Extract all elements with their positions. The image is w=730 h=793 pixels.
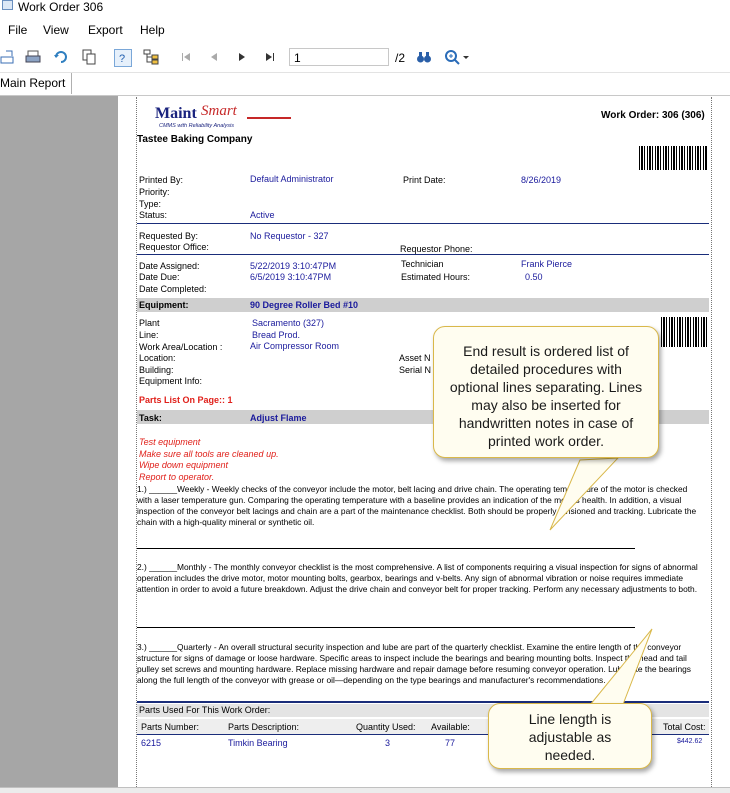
status-label: Status: [139,210,168,220]
parts-list-page: Parts List On Page:: 1 [139,395,233,405]
task-note: Report to operator. [139,472,215,482]
annotation-callout-top: End result is ordered list of detailed p… [433,326,659,458]
help-icon[interactable]: ? [114,49,132,67]
divider [137,223,709,224]
requestor-office-label: Requestor Office: [139,242,209,252]
technician-value: Frank Pierce [521,259,573,269]
col-quantity-used: Quantity Used: [356,722,416,732]
col-available: Available: [431,722,470,732]
date-due-value: 6/5/2019 3:10:47PM [250,272,332,282]
logo-swoosh [247,117,291,119]
line-value: Bread Prod. [252,330,301,340]
print-icon[interactable] [25,49,41,65]
col-parts-description: Parts Description: [228,722,300,732]
work-area-label: Work Area/Location : [139,342,223,352]
menu-bar: File View Export Help [0,20,730,42]
task-value: Adjust Flame [250,413,307,423]
equipment-band [137,298,709,312]
refresh-icon[interactable] [53,49,69,65]
part-quantity: 3 [385,738,391,748]
technician-label: Technician [401,259,444,269]
plant-label: Plant [139,318,160,328]
separator-line [137,548,635,549]
print-date-value: 8/26/2019 [521,175,562,185]
requested-by-value: No Requestor - 327 [250,231,329,241]
tab-main-report[interactable]: Main Report [0,73,73,94]
date-completed-label: Date Completed: [139,284,207,294]
building-label: Building: [139,365,174,375]
estimated-hours-label: Estimated Hours: [401,272,471,282]
title-bar: Work Order 306 [0,0,730,14]
date-assigned-label: Date Assigned: [139,261,200,271]
part-number: 6215 [141,738,162,748]
printed-by-value: Default Administrator [250,174,334,184]
work-order-number: Work Order: 306 (306) [601,110,705,121]
annotation-callout-bottom: Line length is adjustable as needed. [488,703,652,769]
tab-row: Main Report [0,73,730,96]
export-icon[interactable] [0,49,16,65]
task-note: Test equipment [139,437,201,447]
work-area-value: Air Compressor Room [250,341,340,351]
plant-value: Sacramento (327) [252,318,325,328]
priority-label: Priority: [139,187,170,197]
line-label: Line: [139,330,159,340]
col-total-cost: Total Cost: [663,722,706,732]
logo-brand-a: Maint [155,105,197,122]
callout-bottom-text: Line length is adjustable as needed. [528,711,612,763]
window-title: Work Order 306 [18,0,104,14]
binoculars-icon[interactable] [416,49,432,65]
menu-help[interactable]: Help [140,23,165,37]
equipment-value: 90 Degree Roller Bed #10 [250,300,359,310]
page-number-input[interactable]: 1 [289,48,389,66]
printed-by-label: Printed By: [139,175,184,185]
prev-page-icon[interactable] [206,49,222,65]
status-value: Active [250,210,275,220]
print-date-label: Print Date: [403,175,446,185]
type-label: Type: [139,199,162,209]
barcode-equipment [661,317,707,347]
group-tree-panel [0,96,118,792]
app-icon [2,0,13,10]
equipment-label: Equipment: [139,300,189,310]
requested-by-label: Requested By: [139,231,199,241]
logo-tagline: CMMS with Reliability Analysis [159,123,234,129]
company-name: Tastee Baking Company [137,134,253,145]
task-note: Make sure all tools are cleaned up. [139,449,279,459]
requestor-phone-label: Requestor Phone: [400,244,473,254]
equipment-info-label: Equipment Info: [139,376,203,386]
menu-export[interactable]: Export [88,23,123,37]
parts-used-label: Parts Used For This Work Order: [139,705,271,715]
barcode-top [639,146,707,170]
first-page-icon[interactable] [178,49,194,65]
next-page-icon[interactable] [234,49,250,65]
asset-number-label: Asset N [399,353,431,363]
zoom-icon[interactable] [444,49,472,65]
col-parts-number: Parts Number: [141,722,200,732]
logo-brand-b: Smart [201,103,237,119]
tree-icon[interactable] [143,49,159,65]
status-bar [0,787,730,793]
divider [137,254,709,255]
callout-top-text: End result is ordered list of detailed p… [449,343,643,449]
location-label: Location: [139,353,176,363]
svg-text:?: ? [119,53,125,65]
date-assigned-value: 5/22/2019 3:10:47PM [250,261,337,271]
date-due-label: Date Due: [139,272,180,282]
menu-view[interactable]: View [43,23,69,37]
serial-number-label: Serial N [399,365,432,375]
estimated-hours-value: 0.50 [525,272,543,282]
part-total-cost: $442.62 [677,738,703,745]
task-note: Wipe down equipment [139,460,228,470]
maintsmart-logo: Maint Smart CMMS with Reliability Analys… [155,103,295,135]
copy-icon[interactable] [81,49,97,65]
procedure-monthly: 2.) ______Monthly - The monthly conveyor… [137,562,698,594]
menu-file[interactable]: File [8,23,27,37]
part-available: 77 [445,738,456,748]
part-description: Timkin Bearing [228,738,288,748]
page-total: /2 [395,51,406,65]
task-label: Task: [139,413,162,423]
last-page-icon[interactable] [262,49,278,65]
